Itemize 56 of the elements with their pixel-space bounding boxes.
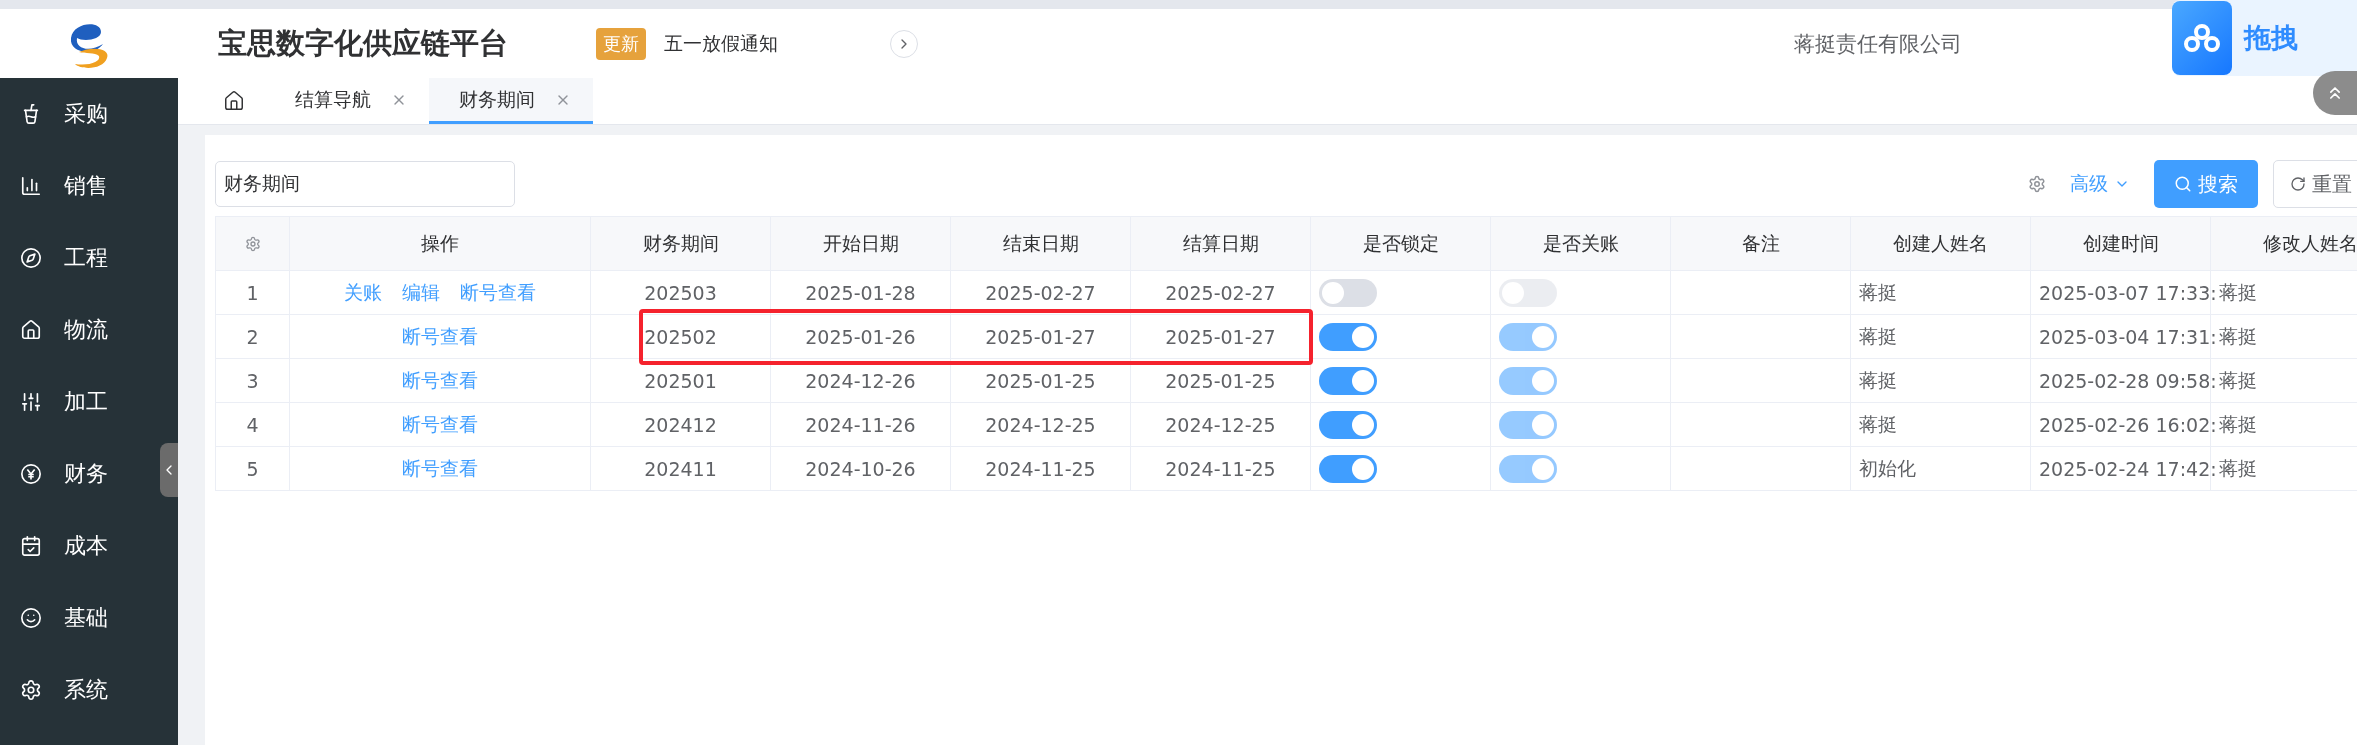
sidebar-label: 基础 xyxy=(64,604,108,632)
next-notice-button[interactable] xyxy=(890,29,918,58)
scroll-up-button[interactable] xyxy=(2313,71,2357,115)
locked-switch[interactable] xyxy=(1319,410,1377,439)
update-badge: 更新 xyxy=(596,27,646,60)
locked-switch[interactable] xyxy=(1319,454,1377,483)
smile-icon xyxy=(20,607,42,629)
sidebar-label: 系统 xyxy=(64,676,108,704)
sidebar-item[interactable]: 加工 xyxy=(0,366,150,438)
sidebar-item[interactable]: 采购 xyxy=(0,78,150,150)
sidebar-label: 销售 xyxy=(64,172,108,200)
sidebar-label: 采购 xyxy=(64,100,108,128)
calendar-icon xyxy=(20,535,42,557)
search-icon xyxy=(2174,175,2192,193)
sidebar-label: 工程 xyxy=(64,244,108,272)
home-icon xyxy=(20,319,42,341)
table-cell: 2024-10-26 xyxy=(771,447,951,491)
sidebar-item[interactable]: 财务 xyxy=(0,438,150,510)
sidebar-label: 加工 xyxy=(64,388,108,416)
reset-button[interactable]: 重置 xyxy=(2273,160,2357,208)
company-name: 蒋挺责任有限公司 xyxy=(1794,30,1962,58)
settings-icon[interactable] xyxy=(2028,175,2046,193)
locked-switch[interactable] xyxy=(1319,278,1377,307)
settings-icon[interactable] xyxy=(244,235,261,252)
compass-icon xyxy=(20,247,42,269)
sidebar-label: 物流 xyxy=(64,316,108,344)
bar-chart-icon xyxy=(20,175,42,197)
sidebar-item[interactable]: 成本 xyxy=(0,510,150,582)
collapse-sidebar-button[interactable] xyxy=(160,443,178,497)
app-title: 宝思数字化供应链平台 xyxy=(218,24,508,62)
locked-switch[interactable] xyxy=(1319,322,1377,351)
sliders-icon xyxy=(20,391,42,413)
home-icon xyxy=(223,90,245,112)
sidebar-item[interactable]: 销售 xyxy=(0,150,150,222)
table-cell: 2024-11-25 xyxy=(951,447,1131,491)
period-field[interactable]: 财务期间 xyxy=(215,161,515,207)
column-settings-header[interactable] xyxy=(215,216,290,271)
table-cell: 2024-11-25 xyxy=(1131,447,1311,491)
sidebar-item[interactable]: 工程 xyxy=(0,222,150,294)
sidebar-item[interactable]: 物流 xyxy=(0,294,150,366)
tab-label: 财务期间 xyxy=(459,86,535,112)
settings-icon xyxy=(20,679,42,701)
sidebar-item[interactable]: 基础 xyxy=(0,582,150,654)
refresh-icon xyxy=(2290,176,2306,192)
locked-switch[interactable] xyxy=(1319,366,1377,395)
row-number: 5 xyxy=(215,447,290,491)
tab-label: 结算导航 xyxy=(295,86,371,112)
yen-icon xyxy=(20,463,42,485)
sidebar-label: 财务 xyxy=(64,460,108,488)
sidebar-item[interactable]: 系统 xyxy=(0,654,150,726)
sidebar-label: 成本 xyxy=(64,532,108,560)
notice-text: 五一放假通知 xyxy=(664,30,778,56)
column-header: 操作 xyxy=(290,216,591,271)
table-cell: 初始化 xyxy=(1851,447,2031,491)
table-cell: 202411 xyxy=(591,447,771,491)
tab[interactable]: 财务期间 xyxy=(429,78,593,124)
